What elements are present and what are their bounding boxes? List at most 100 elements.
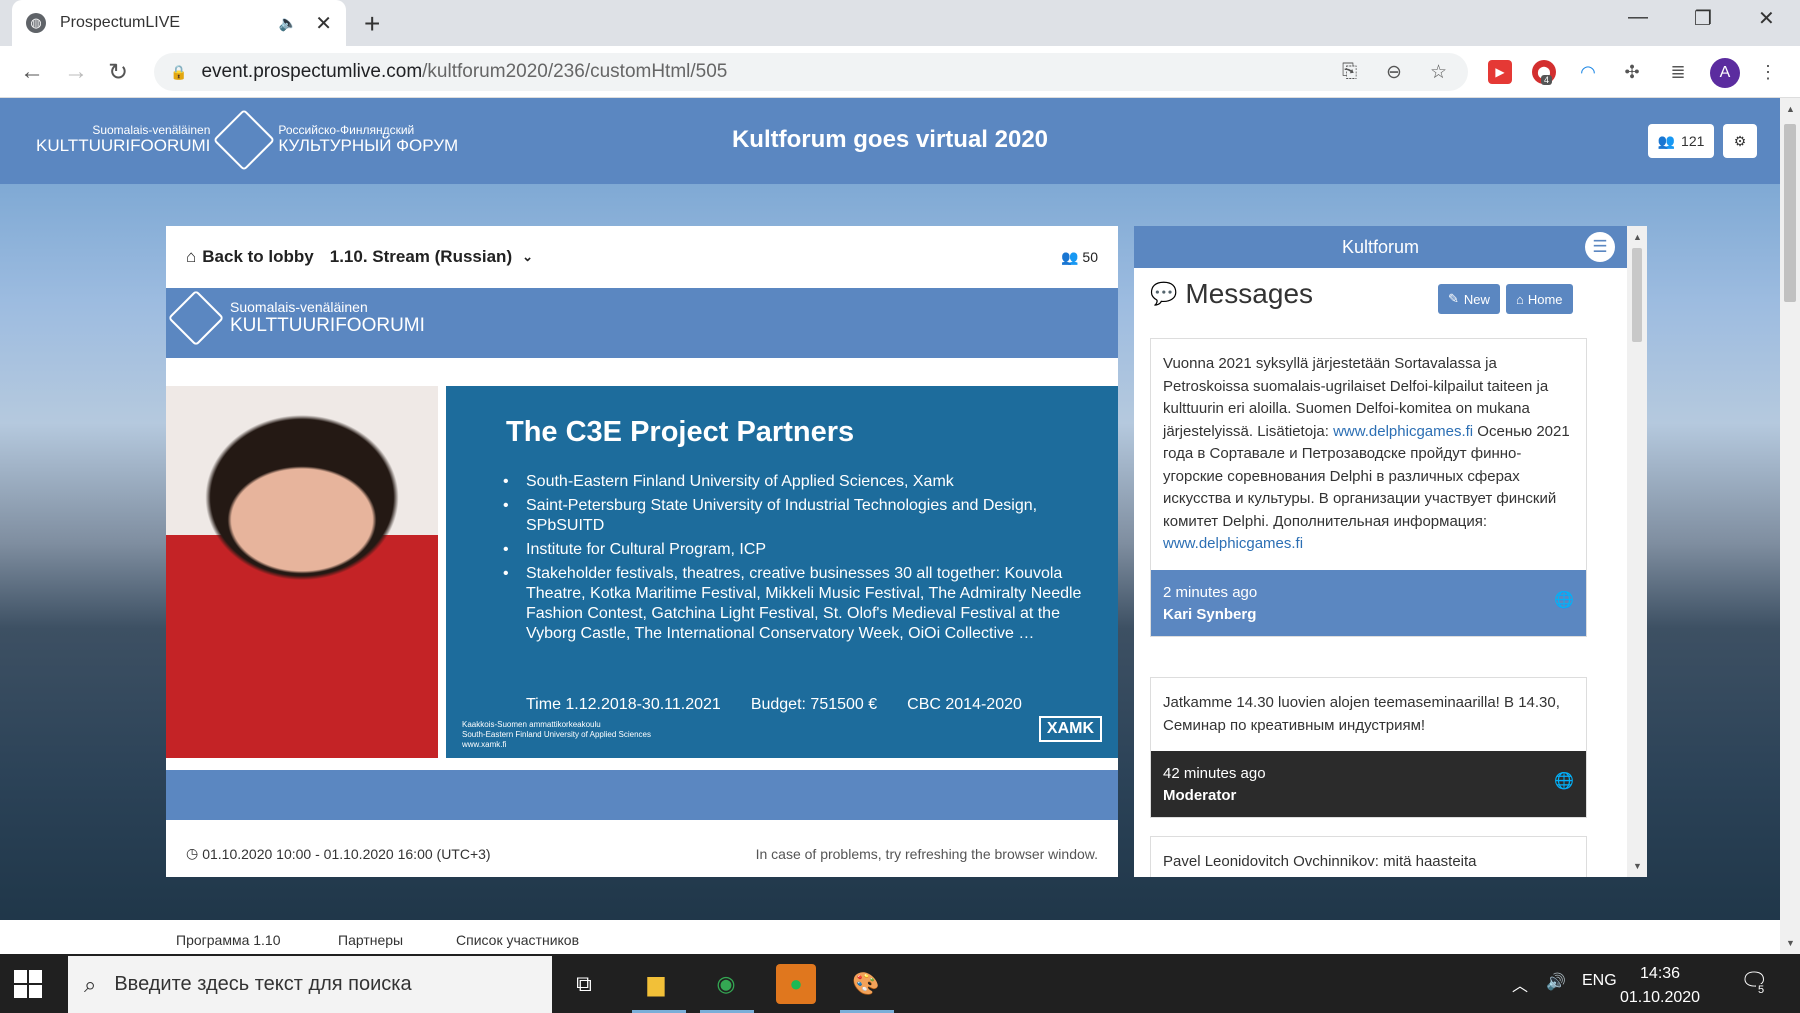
home-label: Home [1527,291,1563,307]
slide-footer-line: Kaakkois-Suomen ammattikorkeakoulu [462,720,601,729]
zoom-icon[interactable]: ⊖ [1386,61,1402,84]
windows-start-icon[interactable] [14,970,42,998]
clock-date: 01.10.2020 [1620,989,1701,1006]
slide-footer-line: www.xamk.fi [462,740,507,749]
media-control-icon[interactable]: ≣ [1666,60,1690,84]
url-text[interactable]: event.prospectumlive.com/kultforum2020/2… [201,61,727,83]
message-text: Pavel Leonidovitch Ovchinnikov: mitä haa… [1163,853,1477,870]
chat-header: Kultforum ☰ [1134,226,1627,268]
scroll-thumb[interactable] [1632,248,1642,342]
new-tab-button[interactable]: + [364,8,380,40]
address-bar[interactable]: 🔒 event.prospectumlive.com/kultforum2020… [154,53,1468,91]
comments-icon: 💬 [1150,281,1178,306]
people-icon: 👥 [1657,132,1676,149]
forward-arrow-icon[interactable]: → [64,58,88,86]
scroll-thumb[interactable] [1784,124,1796,302]
slide-bullet: Institute for Cultural Program, ICP [503,540,1086,560]
chrome-icon[interactable]: ◉ [706,964,746,1004]
back-arrow-icon[interactable]: ← [20,58,44,86]
home-button[interactable]: ⌂ Home [1506,284,1573,314]
taskbar-search[interactable]: ⌕ Введите здесь текст для поиска [68,956,552,1013]
message-link[interactable]: www.delphicgames.fi [1163,535,1303,552]
puzzle-icon[interactable]: ✣ [1620,60,1644,84]
volume-icon[interactable]: 🔊 [1546,972,1566,992]
globe-icon[interactable]: 🌐 [1554,590,1574,612]
window-close-icon[interactable]: ✕ [1758,6,1775,31]
task-view-icon[interactable]: ⧉ [564,964,604,1004]
globe-icon: ◍ [26,13,46,33]
message-link[interactable]: www.delphicgames.fi [1333,423,1473,440]
participants-button[interactable]: 👥 121 [1648,124,1714,158]
slide-footer: Kaakkois-Suomen ammattikorkeakoulu South… [462,720,651,750]
tab-strip: ◍ ProspectumLIVE 🔈 ✕ + — ❐ ✕ [0,0,1800,46]
messages-title: Messages [1185,278,1314,309]
spotify-icon[interactable]: ● [776,964,816,1004]
hamburger-menu-icon[interactable]: ☰ [1585,232,1615,262]
avatar[interactable]: A [1710,58,1740,88]
minimize-icon[interactable]: — [1628,6,1648,29]
sub-navigation: Программа 1.10 Партнеры Список участнико… [0,920,1780,954]
paint-icon[interactable]: 🎨 [846,964,886,1004]
notifications-icon[interactable]: 🗨 5 [1740,968,1768,996]
bookmark-star-icon[interactable]: ☆ [1430,61,1447,84]
kebab-menu-icon[interactable]: ⋮ [1756,60,1780,84]
clock-time: 14:36 [1640,965,1681,982]
restore-icon[interactable]: ❐ [1694,6,1712,31]
message-time: 2 minutes ago [1163,583,1258,601]
slide-meta: Time 1.12.2018-30.11.2021 Budget: 751500… [526,696,1022,714]
tab-title: ProspectumLIVE [60,14,181,31]
chat-scrollbar[interactable]: ▲ ▼ [1627,226,1647,877]
input-language[interactable]: ENG [1582,972,1617,990]
browser-tab[interactable]: ◍ ProspectumLIVE 🔈 ✕ [12,0,346,46]
search-placeholder: Введите здесь текст для поиска [114,973,412,995]
refresh-hint: In case of problems, try refreshing the … [755,845,1098,862]
globe-icon[interactable]: 🌐 [1554,771,1574,793]
translate-icon[interactable]: ⎘ [1342,61,1357,83]
message-footer: 2 minutes ago Kari Synberg 🌐 [1151,569,1586,636]
subnav-item[interactable]: Программа 1.10 [176,932,281,948]
viewer-count-value: 50 [1082,248,1098,265]
slide-title: The C3E Project Partners [506,416,855,448]
scroll-down-icon[interactable]: ▼ [1633,861,1642,871]
system-clock[interactable]: 14:36 01.10.2020 [1620,962,1700,1010]
back-to-lobby-link[interactable]: Back to lobby [202,247,313,267]
clock-icon: ◷ [186,845,199,861]
chat-panel: Kultforum ☰ 💬 Messages ✎ New ⌂ Home Vuon… [1134,226,1627,877]
speaker-icon[interactable]: 🔈 [279,14,298,32]
extension-icon[interactable]: ◠ [1576,60,1600,84]
file-explorer-icon[interactable]: ▆ [636,964,676,1004]
browser-toolbar: ← → ↻ 🔒 event.prospectumlive.com/kultfor… [0,46,1800,98]
home-icon[interactable]: ⌂ [186,247,196,267]
scroll-up-icon[interactable]: ▲ [1633,232,1642,242]
stream-toolbar: ⌂ Back to lobby 1.10. Stream (Russian) ⌄… [166,226,1118,288]
message-text: Jatkamme 14.30 luovien alojen teemasemin… [1163,694,1560,734]
new-label: New [1463,291,1490,307]
chevron-up-icon[interactable]: ︿ [1512,972,1528,996]
video-player[interactable]: Suomalais-venäläinen KULTTUURIFOORUMI Th… [166,288,1118,820]
slide-budget: Budget: 751500 € [750,696,878,713]
subnav-item[interactable]: Список участников [456,932,579,948]
page-scrollbar[interactable]: ▲ ▼ [1780,98,1800,954]
scroll-down-icon[interactable]: ▼ [1786,938,1795,948]
close-tab-icon[interactable]: ✕ [315,11,332,36]
stream-selector[interactable]: 1.10. Stream (Russian) ⌄ [330,247,533,267]
web-page: Suomalais-venäläinen KULTTUURIFOORUMI Ро… [0,98,1780,954]
message-author: Moderator [1163,787,1237,804]
scroll-up-icon[interactable]: ▲ [1786,104,1795,114]
slide-bullet: Stakeholder festivals, theatres, creativ… [503,564,1086,644]
new-message-button[interactable]: ✎ New [1438,284,1500,314]
slide-time: Time 1.12.2018-30.11.2021 [526,696,721,713]
presentation-slide: The C3E Project Partners South-Eastern F… [446,386,1118,758]
slide-bullet: Saint-Petersburg State University of Ind… [503,496,1086,536]
slide-program: CBC 2014-2020 [907,696,1022,713]
reload-icon[interactable]: ↻ [108,58,128,87]
slide-footer-line: South-Eastern Finland University of Appl… [462,730,651,739]
notification-count: 5 [1756,984,1767,996]
settings-button[interactable]: ⚙ [1723,124,1757,158]
messages-heading: 💬 Messages [1150,278,1313,310]
stream-footer: ◷ 01.10.2020 10:00 - 01.10.2020 16:00 (U… [166,830,1118,877]
lock-icon: 🔒 [170,63,188,80]
site-header: Suomalais-venäläinen KULTTUURIFOORUMI Ро… [0,98,1780,184]
subnav-item[interactable]: Партнеры [338,932,403,948]
extension-icon[interactable]: ▶ [1488,60,1512,84]
